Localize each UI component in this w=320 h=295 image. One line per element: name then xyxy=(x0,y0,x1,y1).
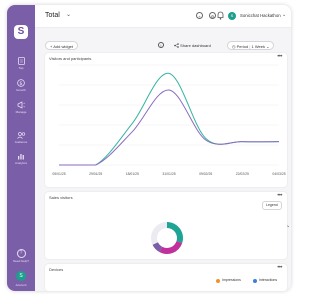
legend-label-impressions: Impressions xyxy=(222,278,241,282)
x-tick-label: 29/01/25 xyxy=(89,172,102,176)
legend-swatch-interactions xyxy=(253,279,257,283)
sales-visitors-card: Sales visitors ••• Legend xyxy=(45,192,287,259)
share-icon xyxy=(174,43,179,48)
donut-slice-3 xyxy=(151,222,167,245)
sidebar-item-label: Audience xyxy=(14,140,28,144)
legend-label-interactions: Interactions xyxy=(259,278,278,282)
chevron-down-icon[interactable]: ⌄ xyxy=(282,12,286,18)
x-tick-label: 18/01/25 xyxy=(126,172,139,176)
x-tick-label: 05/01/25 xyxy=(52,172,65,176)
share-dashboard-label: Share dashboard xyxy=(180,43,211,48)
help-label: Need Help? xyxy=(13,259,29,263)
donut-slice-0 xyxy=(167,222,183,243)
period-label: Period xyxy=(236,44,249,49)
devices-card: Devices ••• Impressions Interactions xyxy=(45,264,287,291)
legend-button[interactable]: Legend xyxy=(262,201,282,210)
card-title: Devices xyxy=(49,267,64,272)
x-tick-label: 31/01/25 xyxy=(162,172,175,176)
clock-icon: ◷ xyxy=(232,44,236,49)
line-chart: 05/01/25 29/01/25 18/01/25 31/01/25 09/02/25… xyxy=(52,64,286,176)
x-tick-label: 04/03/25 xyxy=(272,172,285,176)
account-avatar[interactable]: S xyxy=(16,271,26,281)
period-selector[interactable]: ◷ Period | 1 Week ⌄ xyxy=(227,41,275,50)
sidebar-item-growth[interactable]: $ Growth xyxy=(7,79,35,92)
chevron-down-icon[interactable]: ⌄ xyxy=(66,11,71,18)
help-button[interactable]: ? Need Help? xyxy=(7,249,35,263)
users-icon xyxy=(16,132,25,139)
help-icon: ? xyxy=(16,249,26,258)
megaphone-icon xyxy=(17,101,25,109)
series-line-1 xyxy=(59,89,280,166)
sidebar-item-analytics[interactable]: Analytics xyxy=(7,153,35,165)
user-name[interactable]: Sonicchat Hackathon xyxy=(240,13,281,18)
bell-icon[interactable] xyxy=(217,11,224,20)
top-bar: Total ⌄ + ⚙ S Sonicchat Hackathon ⌄ xyxy=(35,5,291,28)
document-icon xyxy=(17,57,25,65)
svg-text:$: $ xyxy=(19,81,22,87)
visitors-card: Visitors and participants ••• 05/01/25 29… xyxy=(45,53,289,229)
sidebar-item-label: Growth xyxy=(16,88,26,92)
account-label: Account xyxy=(15,283,27,287)
sidebar-item-label: Analytics xyxy=(14,161,27,165)
sidebar-item-manage[interactable]: Manage xyxy=(7,101,35,114)
series-line-0 xyxy=(59,72,280,166)
donut-chart xyxy=(151,222,183,254)
user-avatar[interactable]: S xyxy=(228,12,236,20)
legend-swatch-impressions xyxy=(216,279,220,283)
add-circle-icon[interactable]: + xyxy=(196,12,203,19)
sidebar-item-label: Manage xyxy=(15,110,27,114)
info-icon[interactable]: i xyxy=(158,42,164,48)
period-value: 1 Week xyxy=(251,44,265,49)
sidebar-item-audience[interactable]: Audience xyxy=(7,132,35,144)
dashboard-title[interactable]: Total xyxy=(45,12,60,19)
x-tick-label: 09/02/25 xyxy=(199,172,212,176)
bar-chart-icon xyxy=(18,154,24,160)
chevron-down-icon: ⌄ xyxy=(266,44,270,49)
app-window: S Tap $ Growth Manage Audience Analytics… xyxy=(7,5,291,291)
app-logo[interactable]: S xyxy=(14,25,28,39)
share-dashboard-button[interactable]: Share dashboard xyxy=(174,43,211,48)
add-widget-button[interactable]: + Add widget xyxy=(45,41,79,50)
more-options-icon[interactable]: ••• xyxy=(277,193,282,199)
x-tick-label: 22/02/25 xyxy=(236,172,249,176)
sidebar-item-tap[interactable]: Tap xyxy=(7,57,35,70)
settings-icon[interactable]: ⚙ xyxy=(209,12,216,19)
donut-slice-1 xyxy=(159,241,183,254)
sidebar: S Tap $ Growth Manage Audience Analytics… xyxy=(7,5,35,291)
card-title: Sales visitors xyxy=(49,195,73,200)
dollar-icon: $ xyxy=(17,79,25,87)
more-options-icon[interactable]: ••• xyxy=(277,265,282,271)
sidebar-item-label: Tap xyxy=(18,66,24,70)
